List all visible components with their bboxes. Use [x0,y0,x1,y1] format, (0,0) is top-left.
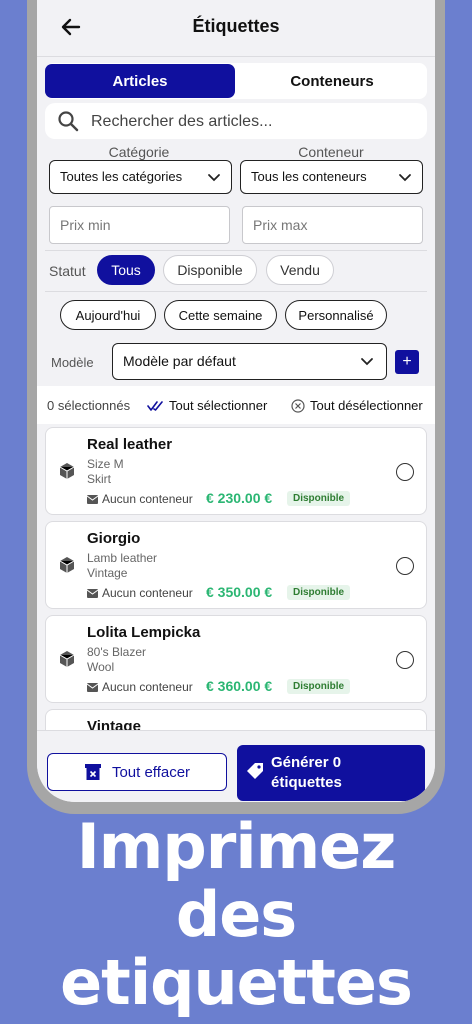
conteneur-value: Tous les conteneurs [251,169,367,184]
promo-line-2: des [175,878,297,951]
bottom-action-bar: Tout effacer Générer 0 étiquettes [37,730,435,802]
deselect-all-label: Tout désélectionner [310,398,423,413]
item-price: € 350.00 € [206,584,273,600]
categorie-select[interactable]: Toutes les catégories [49,160,232,194]
selection-bar: 0 sélectionnés Tout sélectionner Tout dé… [37,386,435,424]
generate-labels-button[interactable]: Générer 0 étiquettes [237,745,425,801]
item-detail: Lamb leather [87,551,158,565]
item-detail: Vintage [87,566,128,580]
promo-line-1: Imprimez [76,810,397,883]
item-name: Lolita Lempicka [87,624,201,641]
add-modele-button[interactable]: + [395,350,419,374]
item-select-radio[interactable] [396,463,414,481]
app-screen: Étiquettes Articles Conteneurs Catégorie… [37,0,435,802]
item-detail: Wool [87,660,115,674]
prix-min-field[interactable]: Prix min [49,206,230,244]
conteneur-label: Conteneur [298,144,364,160]
tab-conteneurs[interactable]: Conteneurs [237,64,427,98]
list-item[interactable]: Giorgio Lamb leather Vintage Aucun conte… [45,521,427,609]
item-select-radio[interactable] [396,557,414,575]
item-detail: 80's Blazer [87,645,146,659]
item-price: € 360.00 € [206,678,273,694]
modele-select[interactable]: Modèle par défaut [112,343,387,380]
prix-max-field[interactable]: Prix max [242,206,423,244]
date-personnalise[interactable]: Personnalisé [285,300,387,330]
divider [45,291,427,292]
box-icon [59,463,75,479]
statut-vendu[interactable]: Vendu [266,255,334,285]
list-item[interactable]: Lolita Lempicka 80's Blazer Wool Aucun c… [45,615,427,703]
statut-disponible[interactable]: Disponible [163,255,257,285]
select-all-button[interactable]: Tout sélectionner [147,398,267,413]
tag-icon [247,763,263,779]
search-input[interactable] [89,107,413,137]
item-container: Aucun conteneur [87,492,193,506]
clear-all-button[interactable]: Tout effacer [47,753,227,791]
categorie-value: Toutes les catégories [60,169,183,184]
chevron-down-icon [208,174,220,182]
envelope-icon [87,682,98,692]
item-container-label: Aucun conteneur [102,492,193,506]
item-price: € 230.00 € [206,490,273,506]
list-item[interactable]: Real leather Size M Skirt Aucun conteneu… [45,427,427,515]
item-container-label: Aucun conteneur [102,680,193,694]
tab-articles[interactable]: Articles [45,64,235,98]
double-check-icon [147,400,163,411]
top-bar: Étiquettes [37,0,435,57]
generate-label-line2: étiquettes [271,774,342,791]
item-container-label: Aucun conteneur [102,586,193,600]
deselect-all-button[interactable]: Tout désélectionner [291,398,423,413]
item-name: Real leather [87,436,173,453]
page-title: Étiquettes [192,16,280,36]
envelope-icon [87,588,98,598]
box-icon [59,651,75,667]
item-detail: Skirt [87,472,111,486]
divider [45,250,427,251]
status-badge: Disponible [287,679,351,694]
search-bar [45,103,427,139]
statut-label: Statut [49,263,86,279]
item-container: Aucun conteneur [87,586,193,600]
archive-x-icon [84,764,101,780]
date-aujourdhui[interactable]: Aujourd'hui [60,300,156,330]
promo-line-3: etiquettes [60,946,413,1019]
status-badge: Disponible [287,585,351,600]
select-all-label: Tout sélectionner [169,398,268,413]
envelope-icon [87,494,98,504]
x-circle-icon [291,398,305,413]
item-container: Aucun conteneur [87,680,193,694]
segmented-control: Articles Conteneurs [45,63,427,99]
generate-label-line1: Générer 0 [271,754,342,771]
box-icon [59,557,75,573]
statut-tous[interactable]: Tous [97,255,155,285]
status-badge: Disponible [287,491,351,506]
chevron-down-icon [361,358,373,366]
chevron-down-icon [399,174,411,182]
search-icon [58,111,79,132]
clear-all-label: Tout effacer [111,763,191,781]
item-detail: Size M [87,457,124,471]
modele-value: Modèle par défaut [123,353,236,369]
date-cette-semaine[interactable]: Cette semaine [164,300,277,330]
item-select-radio[interactable] [396,651,414,669]
selection-count: 0 sélectionnés [47,398,131,413]
modele-label: Modèle [51,355,94,370]
item-name: Giorgio [87,530,141,547]
conteneur-select[interactable]: Tous les conteneurs [240,160,423,194]
categorie-label: Catégorie [108,144,170,160]
